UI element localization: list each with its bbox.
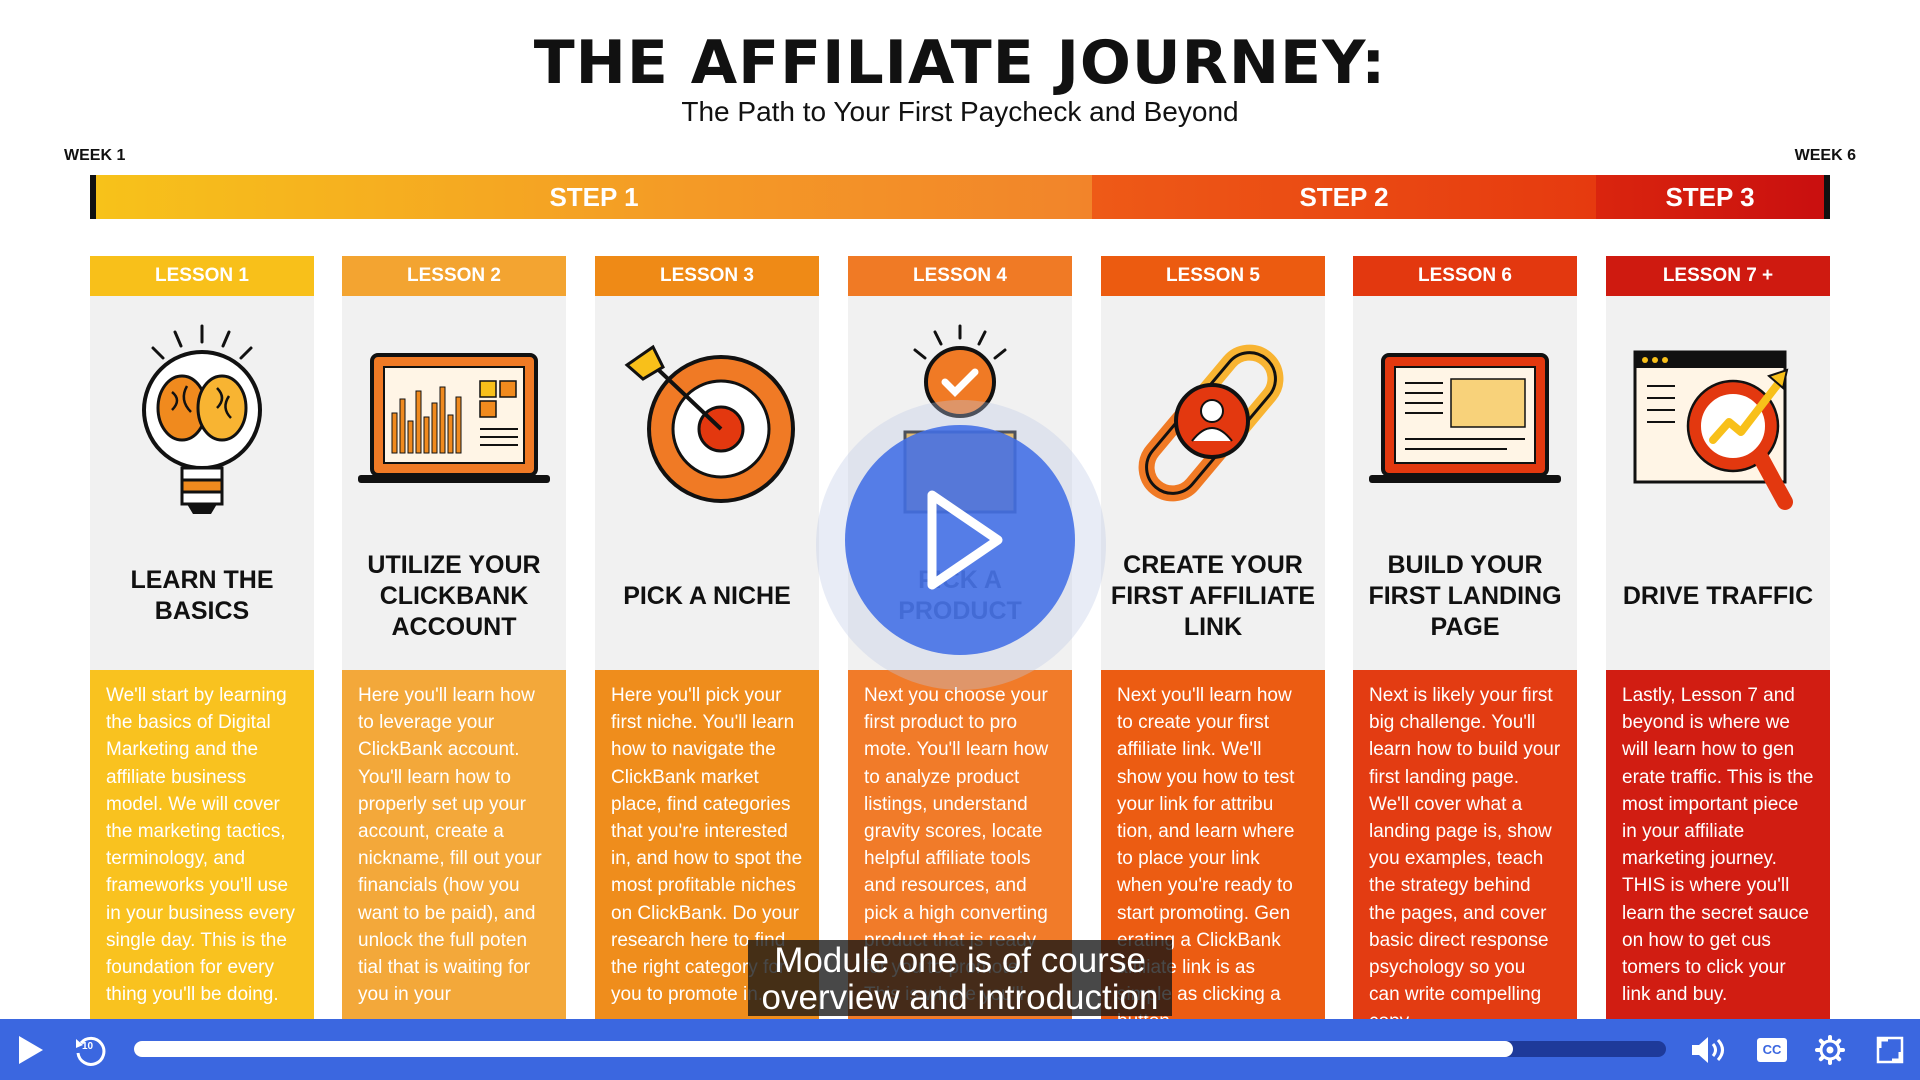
page-title: THE AFFILIATE JOURNEY: [533, 28, 1387, 98]
progress-fill [134, 1041, 1513, 1057]
lesson-label: LESSON 7 + [1606, 256, 1830, 296]
lesson-card-3: LESSON 3 PICK A NICHE Here you'll pick y… [595, 256, 819, 1046]
cc-icon: CC [1757, 1037, 1787, 1062]
progress-bar[interactable] [134, 1041, 1666, 1057]
lesson-description: Lastly, Lesson 7 and beyond is where we … [1606, 670, 1830, 1046]
lesson-card-2: LESSON 2 UTILIZE YOUR CLICKBANK ACCOUNT … [342, 256, 566, 1046]
target-icon [595, 322, 819, 522]
fullscreen-button[interactable] [1870, 1019, 1910, 1080]
lesson-title: CREATE YOUR FIRST AFFILIATE LINK [1110, 550, 1316, 641]
subtitle-caption: Module one is of course overview and int… [748, 940, 1172, 1016]
lesson-description: We'll start by learning the basics of Di… [90, 670, 314, 1046]
magnifier-growth-icon [1606, 322, 1830, 522]
step-3-label: STEP 3 [1596, 175, 1824, 219]
lesson-title: BUILD YOUR FIRST LANDING PAGE [1368, 550, 1562, 641]
lightbulb-brain-icon [90, 322, 314, 522]
lesson-label: LESSON 6 [1353, 256, 1577, 296]
closed-captions-button[interactable]: CC [1752, 1019, 1792, 1080]
step-2-label: STEP 2 [1092, 175, 1596, 219]
play-icon [19, 1035, 43, 1064]
lesson-label: LESSON 2 [342, 256, 566, 296]
lesson-label: LESSON 5 [1101, 256, 1325, 296]
lesson-title: DRIVE TRAFFIC [1622, 581, 1814, 610]
play-button[interactable] [10, 1019, 50, 1080]
play-icon [927, 490, 1003, 590]
lesson-card-5: LESSON 5 CREATE YOUR FIRST AFFILIATE LIN… [1101, 256, 1325, 1046]
fullscreen-icon [1876, 1036, 1904, 1063]
link-user-icon [1101, 322, 1325, 522]
gear-icon [1815, 1034, 1845, 1065]
step-timeline: STEP 1 STEP 2 STEP 3 [90, 175, 1830, 219]
lesson-card-6: LESSON 6 BUILD YOUR FIRST LANDING PAGE N… [1353, 256, 1577, 1046]
lesson-label: LESSON 3 [595, 256, 819, 296]
rewind-10-button[interactable]: 10 [70, 1019, 110, 1080]
lesson-label: LESSON 4 [848, 256, 1072, 296]
step-1-label: STEP 1 [96, 175, 1092, 219]
lesson-description: Here you'll learn how to leverage your C… [342, 670, 566, 1046]
lesson-title: PICK A NICHE [623, 581, 791, 610]
volume-icon [1692, 1036, 1724, 1063]
rewind-label: 10 [82, 1041, 94, 1052]
lesson-title: LEARN THE BASICS [130, 566, 274, 625]
lesson-card-1: LESSON 1 LEARN THE BASICS We'll start by… [90, 256, 314, 1046]
week-end-label: WEEK 6 [1794, 147, 1856, 164]
settings-button[interactable] [1810, 1019, 1850, 1080]
video-frame[interactable]: THE AFFILIATE JOURNEY: The Path to Your … [0, 0, 1920, 1080]
lesson-label: LESSON 1 [90, 256, 314, 296]
laptop-page-icon [1353, 322, 1577, 522]
page-subtitle: The Path to Your First Paycheck and Beyo… [681, 96, 1239, 127]
laptop-chart-icon [342, 322, 566, 522]
lesson-title: UTILIZE YOUR CLICKBANK ACCOUNT [367, 550, 541, 641]
big-play-button[interactable] [845, 425, 1075, 655]
week-start-label: WEEK 1 [64, 147, 126, 164]
lesson-card-7: LESSON 7 + DRIVE TRAFFIC Lastly, Lesson … [1606, 256, 1830, 1046]
volume-button[interactable] [1686, 1019, 1732, 1080]
lesson-description: Next is likely your first big challenge.… [1353, 670, 1577, 1046]
